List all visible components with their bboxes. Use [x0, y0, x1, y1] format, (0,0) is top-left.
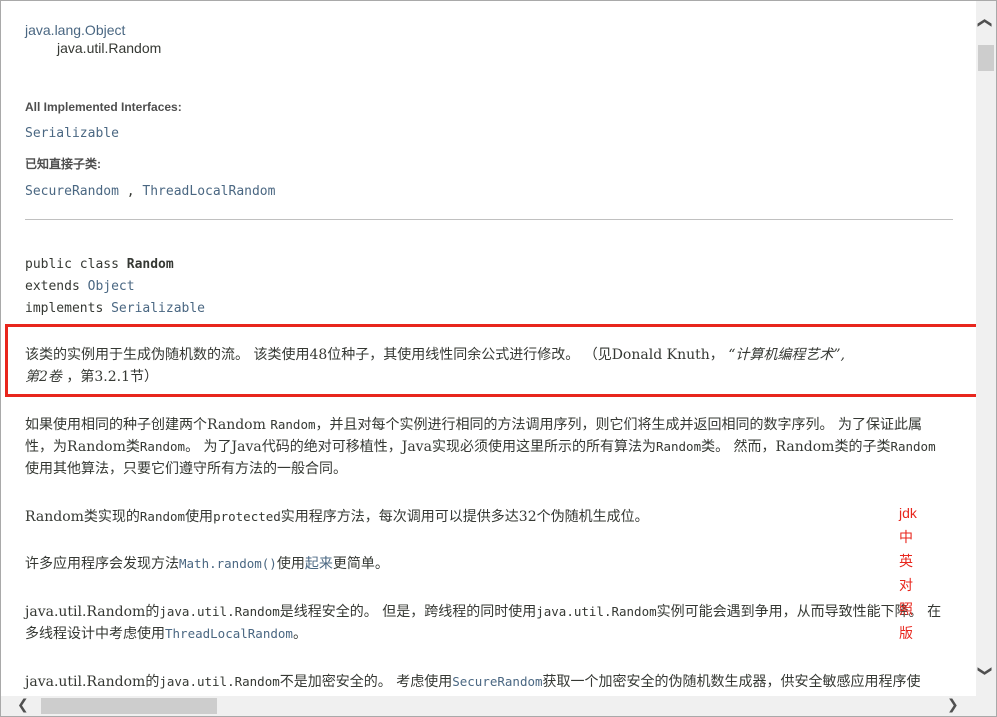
text: 更简单。	[332, 556, 389, 572]
subclasses-list: SecureRandom , ThreadLocalRandom	[25, 184, 275, 199]
description-paragraph-2: 如果使用相同的种子创建两个Random Random，并且对每个实例进行相同的方…	[25, 414, 945, 480]
description-paragraph-3: Random类实现的Random使用protected实用程序方法，每次调用可以…	[25, 506, 945, 528]
code-java-util-random: java.util.Random	[159, 674, 280, 689]
section-divider	[25, 219, 953, 220]
description-paragraph-4: 许多应用程序会发现方法Math.random()使用起来更简单。	[25, 553, 945, 575]
text: 许多应用程序会发现方法	[25, 556, 179, 572]
jdk-annotation-label: jdk 中 英 对 照 版	[899, 501, 919, 645]
code-random: Random	[139, 439, 186, 454]
class-declaration-line3: implements Serializable	[25, 301, 205, 316]
math-random-link[interactable]: Math.random()	[179, 556, 277, 571]
code-java-util-random: java.util.Random	[159, 604, 280, 619]
horizontal-scroll-thumb[interactable]	[41, 698, 217, 714]
text: java.util.Random的	[25, 604, 160, 620]
text: 实用程序方法，每次调用可以提供多达32个伪随机生成位。	[280, 509, 649, 525]
text: 是线程安全的。 但是，跨线程的同时使用	[279, 604, 537, 620]
inheritance-tree: java.lang.Object	[25, 22, 125, 38]
inline-link[interactable]: 起来	[305, 556, 333, 572]
subclasses-label: 已知直接子类:	[25, 157, 101, 171]
current-class-name: java.util.Random	[57, 40, 162, 56]
text: 不是加密安全的。 考虑使用	[279, 674, 453, 690]
text: 类。 然而，Random类的子类	[701, 439, 891, 455]
interfaces-label: All Implemented Interfaces:	[25, 100, 182, 114]
code-protected: protected	[213, 509, 281, 524]
interfaces-list: Serializable	[25, 126, 119, 141]
highlight-annotation-box	[5, 324, 988, 397]
text: 如果使用相同的种子创建两个Random	[25, 417, 271, 433]
interface-link-serializable[interactable]: Serializable	[25, 126, 119, 141]
text: java.util.Random的	[25, 674, 160, 690]
vertical-scrollbar[interactable]: ❮ ❯	[976, 1, 996, 697]
code-random: Random	[655, 439, 702, 454]
annotation-char: 对	[899, 577, 913, 593]
class-declaration-line1: public class Random	[25, 257, 174, 272]
threadlocalrandom-link[interactable]: ThreadLocalRandom	[165, 626, 293, 641]
horizontal-scrollbar[interactable]: ❮ ❯	[1, 696, 978, 716]
scroll-right-arrow-icon[interactable]: ❯	[947, 697, 959, 713]
scroll-down-arrow-icon[interactable]: ❯	[977, 665, 993, 677]
keyword-extends: extends	[25, 279, 88, 294]
code-random: Random	[139, 509, 186, 524]
annotation-char: 版	[899, 625, 913, 641]
subclass-separator: ,	[118, 184, 143, 199]
text: 使用其他算法，只要它们遵守所有方法的一般合同。	[25, 461, 347, 477]
vertical-scroll-thumb[interactable]	[978, 45, 994, 71]
text: 。	[292, 626, 307, 642]
scrollbar-corner	[976, 696, 996, 716]
text: 使用	[276, 556, 305, 572]
keyword-public-class: public class	[25, 257, 127, 272]
annotation-char: jdk	[899, 505, 917, 521]
annotation-char: 中	[899, 529, 913, 545]
subclass-link-threadlocalrandom[interactable]: ThreadLocalRandom	[142, 184, 275, 199]
code-random: Random	[890, 439, 936, 454]
doc-viewport: java.lang.Object java.util.Random All Im…	[0, 0, 997, 717]
keyword-implements: implements	[25, 301, 112, 316]
text: 。 为了Java代码的绝对可移植性，Java实现必须使用这里所示的所有算法为	[185, 439, 656, 455]
scroll-up-arrow-icon[interactable]: ❮	[977, 17, 993, 29]
code-java-util-random: java.util.Random	[536, 604, 657, 619]
scroll-left-arrow-icon[interactable]: ❮	[17, 697, 29, 713]
code-random: Random	[270, 417, 316, 432]
class-declaration-line2: extends Object	[25, 279, 135, 294]
superclass-link[interactable]: Object	[88, 279, 135, 294]
text: Random类实现的	[25, 509, 140, 525]
securerandom-link[interactable]: SecureRandom	[452, 674, 542, 689]
subclass-link-securerandom[interactable]: SecureRandom	[25, 184, 119, 199]
class-name: Random	[126, 257, 174, 272]
text: 使用	[185, 509, 214, 525]
annotation-char: 英	[899, 553, 913, 569]
implements-link[interactable]: Serializable	[111, 301, 205, 316]
description-paragraph-5: java.util.Random的java.util.Random是线程安全的。…	[25, 601, 945, 645]
annotation-char: 照	[899, 601, 913, 617]
parent-class-link[interactable]: java.lang.Object	[25, 22, 125, 38]
